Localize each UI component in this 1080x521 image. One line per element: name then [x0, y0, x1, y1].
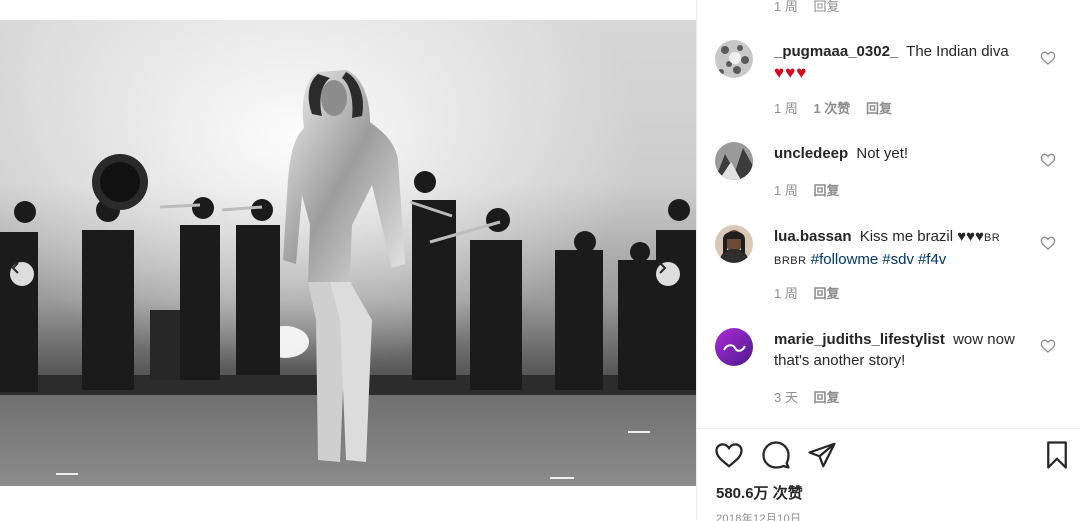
comment-username[interactable]: uncledeep: [774, 145, 848, 162]
flag-text: BR: [983, 232, 1001, 244]
avatar[interactable]: [715, 225, 753, 263]
hashtag-link[interactable]: #sdv: [882, 251, 914, 268]
comment-body: The Indian diva: [906, 43, 1009, 60]
save-button[interactable]: [1042, 440, 1072, 470]
concert-photo-illustration: [0, 20, 696, 486]
comment-time: 3 天: [774, 390, 798, 405]
comment-text: marie_judiths_lifestylist wow now that's…: [774, 329, 1034, 371]
black-heart-emoji: ♥♥♥: [957, 228, 984, 245]
comment-button[interactable]: [761, 440, 791, 470]
post-date: 2018年12月10日: [716, 513, 802, 521]
comment-time: 1 周: [774, 183, 798, 198]
reply-button[interactable]: 回复: [813, 390, 839, 405]
heart-emoji: ♥♥♥: [774, 63, 808, 82]
comment-like-button[interactable]: [1040, 338, 1056, 354]
actions-divider: [697, 428, 1080, 429]
chevron-left-icon: [11, 262, 19, 274]
comment-like-button[interactable]: [1040, 152, 1056, 168]
comment-text: uncledeep Not yet!: [774, 143, 1034, 164]
reply-button[interactable]: 回复: [813, 183, 839, 198]
avatar[interactable]: [715, 328, 753, 366]
comment-meta: 3 天 回复: [774, 387, 851, 406]
hashtag-link[interactable]: #followme: [811, 251, 879, 268]
hashtag-link[interactable]: #f4v: [918, 251, 946, 268]
post-actions-bar: [697, 440, 1080, 474]
previous-photo-button[interactable]: [10, 262, 34, 286]
comment-time: 1 周: [774, 0, 798, 14]
comment-username[interactable]: _pugmaaa_0302_: [774, 43, 898, 60]
comment-likes[interactable]: 1 次赞: [813, 101, 850, 116]
post-likes-count[interactable]: 580.6万 次赞: [716, 482, 803, 503]
comment-username[interactable]: lua.bassan: [774, 228, 852, 245]
avatar[interactable]: [715, 142, 753, 180]
comment-time: 1 周: [774, 101, 798, 116]
comment-meta: 1 周 1 次赞 回复: [774, 98, 904, 117]
reply-button[interactable]: 回复: [866, 101, 892, 116]
chevron-right-icon: [659, 262, 667, 274]
comment-text: _pugmaaa_0302_ The Indian diva ♥♥♥: [774, 41, 1034, 84]
post-photo[interactable]: [0, 20, 696, 486]
reply-button[interactable]: 回复: [813, 286, 839, 301]
comment-meta: 1 周 回复: [774, 283, 851, 302]
next-photo-button[interactable]: [656, 262, 680, 286]
comment-like-button[interactable]: [1040, 235, 1056, 251]
comment-username[interactable]: marie_judiths_lifestylist: [774, 331, 945, 348]
avatar[interactable]: [715, 40, 753, 78]
comments-panel: 1 周 回复 _pugmaaa_0302_ The Indian diva ♥♥…: [697, 0, 1080, 521]
previous-comment-meta: 1 周 回复: [774, 0, 851, 15]
comment-like-button[interactable]: [1040, 50, 1056, 66]
flag-text: BRBR: [774, 255, 807, 267]
comment-body: Kiss me brazil: [859, 228, 954, 245]
reply-button[interactable]: 回复: [813, 0, 839, 14]
comment-time: 1 周: [774, 286, 798, 301]
comment-meta: 1 周 回复: [774, 180, 851, 199]
share-button[interactable]: [807, 440, 837, 470]
comment-body: Not yet!: [856, 145, 909, 162]
like-button[interactable]: [714, 440, 744, 470]
comment-text: lua.bassan Kiss me brazil ♥♥♥BR BRBR #fo…: [774, 226, 1036, 272]
